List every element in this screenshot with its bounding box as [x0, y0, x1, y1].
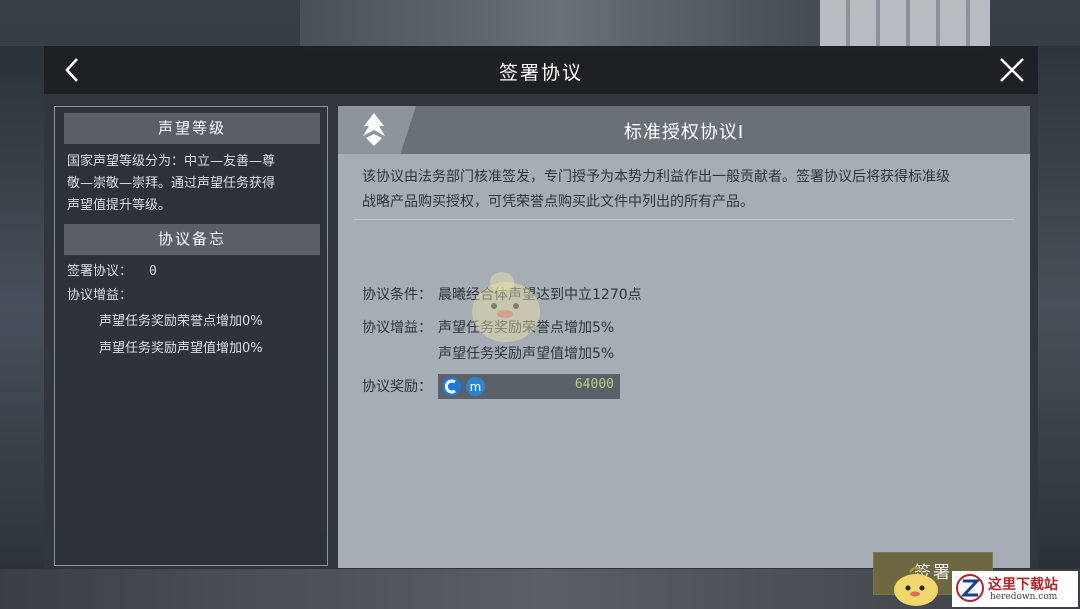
close-icon: [1000, 58, 1024, 82]
svg-text:m: m: [470, 380, 482, 394]
reward-box: m 64000: [438, 374, 620, 399]
memo-bonus-item: 声望任务奖励荣誉点增加0%: [99, 314, 263, 329]
reputation-line: 敬—崇敬—崇拜。通过声望任务获得: [67, 176, 276, 191]
agreement-description: 该协议由法务部门核准签发，专门授予为本势力利益作出一般贡献者。签署协议后将获得标…: [362, 169, 950, 185]
title-bar: 签署协议: [44, 46, 1038, 94]
agreement-description: 战略产品购买授权，可凭荣誉点购买此文件中列出的所有产品。: [362, 194, 754, 210]
reputation-line: 声望值提升等级。: [67, 198, 172, 213]
close-button[interactable]: [994, 52, 1030, 88]
reward-value: 64000: [574, 377, 614, 392]
background-right: [1038, 46, 1080, 566]
signed-label: 签署协议：: [67, 264, 133, 279]
reputation-icon: [442, 377, 461, 396]
divider: [354, 219, 1014, 220]
dialog-title: 签署协议: [498, 62, 583, 84]
memo-header: 协议备忘: [64, 224, 320, 255]
reputation-line: 国家声望等级分为：中立—友善—尊: [67, 154, 276, 169]
site-watermark-url: heredown.com: [990, 592, 1058, 602]
background-lights: [820, 0, 990, 50]
memo-bonus-item: 声望任务奖励声望值增加0%: [99, 341, 263, 356]
mascot-watermark-icon: [472, 272, 540, 342]
chick-logo-icon: [894, 567, 938, 606]
agreement-title: 标准授权协议I: [623, 122, 745, 143]
background-structure: [300, 0, 820, 50]
site-watermark-name: 这里下载站: [988, 577, 1058, 593]
reward-label: 协议奖励：: [362, 379, 432, 395]
honor-icon: m: [466, 377, 485, 396]
background-left: [0, 46, 44, 566]
bonus-label: 协议增益：: [362, 320, 432, 336]
condition-label: 协议条件：: [362, 287, 432, 303]
agreement-panel: 标准授权协议I 该协议由法务部门核准签发，专门授予为本势力利益作出一般贡献者。签…: [338, 106, 1030, 595]
reputation-header: 声望等级: [64, 113, 320, 144]
agreement-header: 标准授权协议I: [338, 106, 1030, 154]
memo-bonus-label: 协议增益：: [67, 288, 133, 303]
info-panel: 声望等级 国家声望等级分为：中立—友善—尊 敬—崇敬—崇拜。通过声望任务获得 声…: [54, 106, 328, 566]
site-logo-icon: [956, 574, 984, 602]
signed-value: 0: [149, 264, 157, 279]
